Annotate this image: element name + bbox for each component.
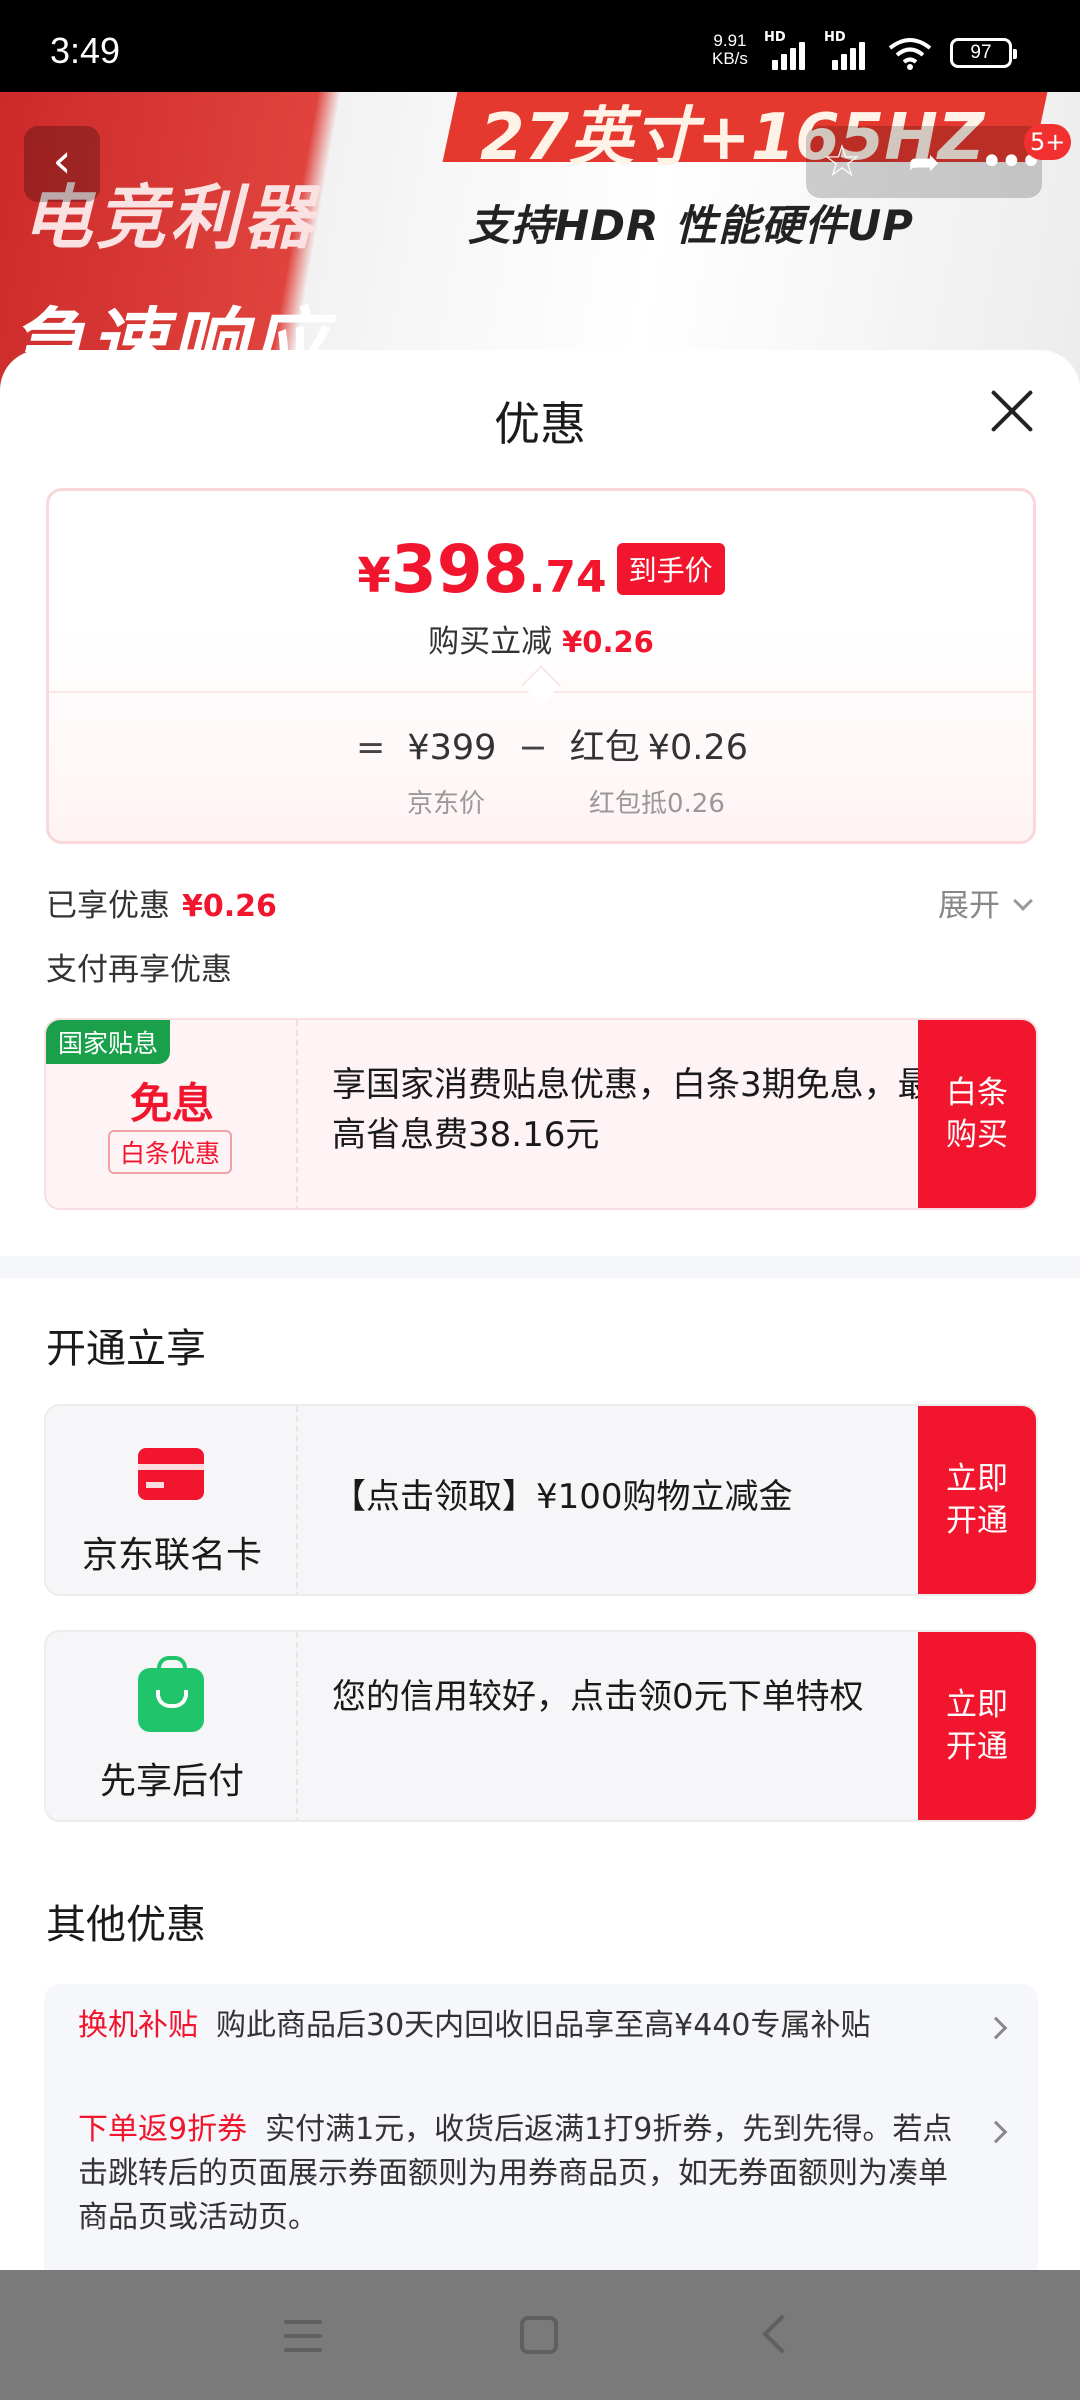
enjoyed-label: 已享优惠 — [46, 888, 170, 924]
other-offer-text: 购此商品后30天内回收旧品享至高¥440专属补贴 — [216, 2008, 871, 2043]
net-speed-value: 9.91 — [713, 31, 747, 50]
back-nav-icon[interactable] — [762, 2314, 802, 2354]
expand-toggle[interactable]: 展开 — [938, 880, 1033, 925]
other-offer-tag: 换机补贴 — [78, 2008, 198, 2043]
system-nav-bar — [0, 2270, 1080, 2400]
cobrand-card-name: 京东联名卡 — [81, 1535, 262, 1576]
section-divider — [0, 1256, 1080, 1278]
subsidy-badge: 国家贴息 — [46, 1020, 171, 1064]
other-offer-tag: 下单返9折券 — [78, 2112, 248, 2147]
currency-symbol: ¥ — [357, 548, 391, 604]
pay-later-offer[interactable]: 先享后付 您的信用较好，点击领0元下单特权 立即 开通 — [44, 1630, 1038, 1822]
redpacket-value: ¥0.26 — [647, 728, 748, 768]
minus-sign: − — [518, 728, 548, 768]
wifi-icon — [888, 38, 932, 70]
other-offer-row[interactable]: 换机补贴 购此商品后30天内回收旧品享至高¥440专属补贴 — [78, 2004, 958, 2048]
signal-1-icon: HD — [764, 30, 810, 70]
pay-later-name: 先享后付 — [99, 1761, 244, 1802]
chevron-right-icon[interactable] — [984, 2120, 1008, 2144]
other-section-title: 其他优惠 — [46, 1902, 206, 1948]
back-button[interactable]: ‹ — [24, 126, 100, 202]
pay-more-label: 支付再享优惠 — [46, 952, 232, 988]
interest-free-title: 免息 — [129, 1079, 214, 1128]
pay-later-open-line2: 开通 — [946, 1729, 1008, 1765]
more-icon[interactable]: ••• — [980, 138, 1043, 186]
chevron-right-icon[interactable] — [984, 2016, 1008, 2040]
baitiao-tag: 白条优惠 — [108, 1130, 233, 1174]
open-section-title: 开通立享 — [46, 1326, 206, 1372]
star-icon[interactable]: ☆ — [818, 138, 866, 186]
status-bar: 3:49 9.91 KB/s HD HD 97 — [0, 0, 1080, 92]
price-formula: = ¥399− 红包 ¥0.26 — [49, 719, 1033, 770]
other-offer-row[interactable]: 下单返9折券 实付满1元，收货后返满1打9折券，先到先得。若点击跳转后的页面展示券… — [78, 2108, 958, 2240]
subsidy-offer-card[interactable]: 国家贴息 免息 白条优惠 享国家消费贴息优惠，白条3期免息，最高省息费38.16… — [44, 1018, 1038, 1210]
credit-card-icon — [138, 1448, 204, 1500]
status-time: 3:49 — [50, 30, 121, 71]
final-price: ¥398.74 到手价 — [49, 531, 1033, 608]
enjoyed-discount: 已享优惠 ¥0.26 — [46, 880, 277, 925]
menu-icon[interactable] — [284, 2320, 322, 2354]
cobrand-card-text: 【点击领取】¥100购物立减金 — [332, 1477, 793, 1517]
pay-later-open-button[interactable]: 立即 开通 — [918, 1632, 1036, 1820]
cobrand-open-line2: 开通 — [946, 1503, 1008, 1539]
expand-label: 展开 — [938, 888, 1000, 924]
jd-price: ¥399 — [407, 728, 497, 768]
pay-later-text: 您的信用较好，点击领0元下单特权 — [332, 1677, 864, 1717]
cobrand-open-line1: 立即 — [946, 1461, 1008, 1497]
top-action-group: ☆ ➦ ••• — [806, 126, 1043, 198]
net-speed: 9.91 KB/s — [712, 32, 748, 68]
enjoyed-value: ¥0.26 — [182, 889, 277, 924]
sheet-title: 优惠 — [494, 397, 586, 451]
baitiao-buy-line2: 购买 — [946, 1117, 1008, 1153]
instant-cut-label: 购买立减 — [428, 624, 553, 660]
redpacket-caption: 红包抵0.26 — [589, 789, 725, 819]
cobrand-card-left: 京东联名卡 — [46, 1406, 298, 1594]
price-decimal: .74 — [528, 552, 607, 603]
baitiao-buy-line1: 白条 — [946, 1075, 1008, 1111]
subsidy-offer-text: 享国家消费贴息优惠，白条3期免息，最高省息费38.16元 — [332, 1065, 932, 1155]
subsidy-offer-left: 国家贴息 免息 白条优惠 — [46, 1020, 298, 1208]
notification-badge: 5+ — [1024, 124, 1072, 160]
equals-sign: = — [356, 728, 386, 768]
pay-later-left: 先享后付 — [46, 1632, 298, 1820]
pay-later-open-line1: 立即 — [946, 1687, 1008, 1723]
discount-sheet: 优惠 ¥398.74 到手价 购买立减 ¥0.26 = ¥399− 红包 ¥0.26 京东… — [0, 350, 1080, 2274]
net-speed-unit: KB/s — [712, 49, 748, 68]
cobrand-card-offer[interactable]: 京东联名卡 【点击领取】¥100购物立减金 立即 开通 — [44, 1404, 1038, 1596]
other-offers-list: 换机补贴 购此商品后30天内回收旧品享至高¥440专属补贴 下单返9折券 实付满1元… — [44, 1984, 1038, 2274]
battery-indicator: 97 — [950, 38, 1017, 68]
chevron-down-icon — [1013, 891, 1033, 911]
instant-cut-value: ¥0.26 — [562, 625, 654, 659]
close-icon[interactable] — [988, 388, 1034, 434]
price-integer: 398 — [390, 531, 529, 608]
redpacket-label: 红包 — [569, 728, 640, 768]
signal-2-icon: HD — [824, 30, 870, 70]
share-icon[interactable]: ➦ — [900, 138, 948, 186]
home-icon[interactable] — [520, 2316, 558, 2354]
instant-cut: 购买立减 ¥0.26 — [49, 616, 1033, 661]
shopping-bag-icon — [138, 1656, 204, 1732]
jd-price-caption: 京东价 — [407, 789, 486, 819]
back-icon: ‹ — [52, 133, 72, 189]
baitiao-buy-button[interactable]: 白条 购买 — [918, 1020, 1036, 1208]
final-price-tag: 到手价 — [616, 543, 725, 595]
banner-headline-mid: 支持HDR 性能硬件UP — [468, 201, 914, 250]
cobrand-open-button[interactable]: 立即 开通 — [918, 1406, 1036, 1594]
